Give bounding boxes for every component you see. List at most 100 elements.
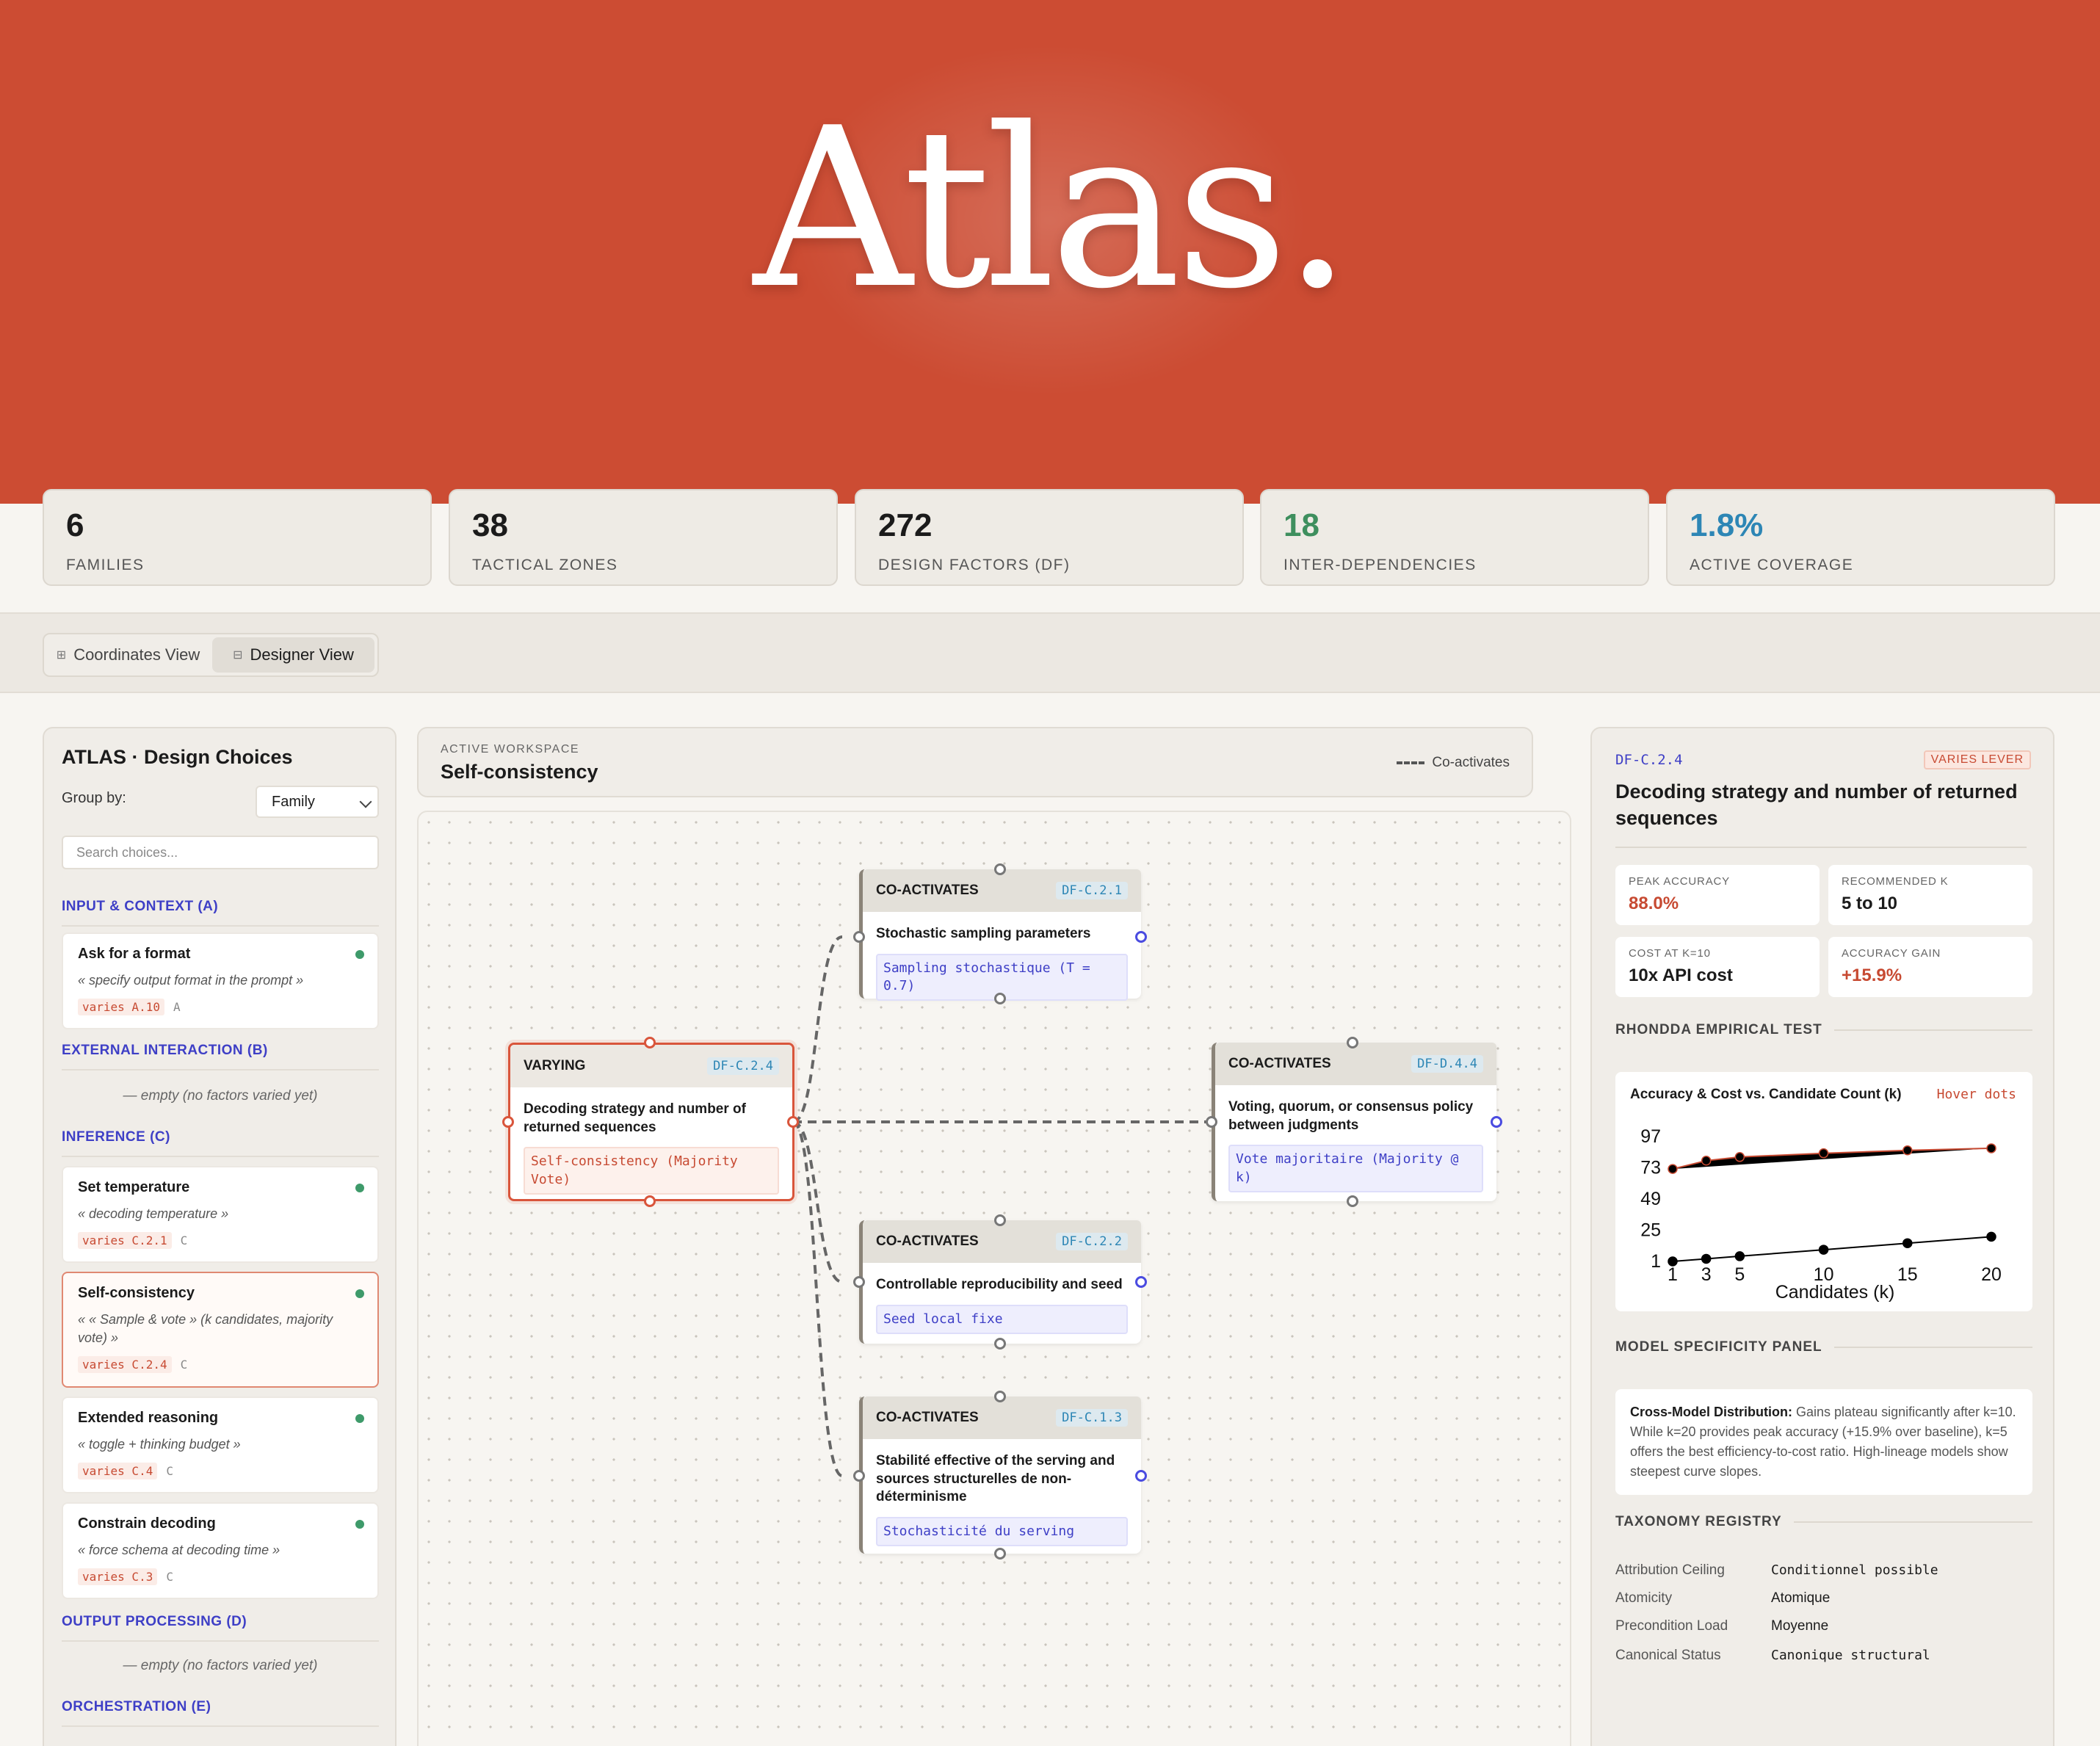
stat-value: 18 <box>1283 507 1319 543</box>
data-point[interactable] <box>1986 1231 1996 1242</box>
port-handle[interactable] <box>994 863 1006 875</box>
choice-card-constrain-decoding[interactable]: Constrain decoding « force schema at dec… <box>62 1502 379 1599</box>
divider <box>1833 1347 2032 1348</box>
data-point[interactable] <box>1734 1251 1745 1261</box>
group-by-label: Group by: <box>62 790 126 806</box>
x-tick-label: 1 <box>1668 1264 1678 1285</box>
node-reproducibility-seed[interactable]: CO-ACTIVATES DF-C.2.2 Controllable reprod… <box>859 1220 1141 1344</box>
varies-tag: varies C.2.1 <box>78 1232 172 1250</box>
choice-title: Self-consistency <box>78 1285 195 1301</box>
port-handle[interactable] <box>1347 1037 1358 1048</box>
stat-label: Families <box>66 557 145 573</box>
stat-card-zones: 38 Tactical Zones <box>449 489 838 586</box>
port-handle[interactable] <box>853 1276 865 1288</box>
divider <box>1793 1521 2032 1523</box>
view-toolbar: ⊞ Coordinates View ⊟ Designer View <box>0 612 2100 693</box>
port-handle[interactable] <box>1206 1116 1217 1128</box>
varies-lever-badge: VARIES LEVER <box>1923 750 2031 769</box>
data-point[interactable] <box>1668 1256 1678 1267</box>
metric-recommended-k: RECOMMENDED K 5 to 10 <box>1828 865 2032 925</box>
node-title: Stabilité effective of the serving and s… <box>876 1453 1115 1505</box>
view-switcher: ⊞ Coordinates View ⊟ Designer View <box>43 633 379 677</box>
node-varying[interactable]: VARYING DF-C.2.4 Decoding strategy and nu… <box>508 1043 794 1201</box>
port-handle[interactable] <box>994 1338 1006 1350</box>
stat-card-coverage: 1.8% Active Coverage <box>1666 489 2055 586</box>
choice-card-self-consistency[interactable]: Self-consistency « « Sample & vote » (k … <box>62 1272 379 1388</box>
varies-tag: varies C.4 <box>78 1463 158 1480</box>
family-code: C <box>180 1234 188 1248</box>
choice-desc: « specify output format in the prompt » <box>78 973 304 988</box>
coordinates-view-button[interactable]: ⊞ Coordinates View <box>47 637 209 673</box>
empty-state: — empty (no factors varied yet) <box>123 1088 318 1104</box>
port-handle[interactable] <box>1491 1116 1502 1128</box>
data-point[interactable] <box>1818 1148 1829 1159</box>
section-input-context[interactable]: INPUT & CONTEXT (A) <box>62 899 379 927</box>
registry-row: Atomicity Atomique <box>1615 1590 2032 1606</box>
data-point[interactable] <box>1986 1143 1996 1153</box>
data-point[interactable] <box>1902 1145 1913 1156</box>
port-handle[interactable] <box>787 1116 799 1128</box>
node-sampling-parameters[interactable]: CO-ACTIVATES DF-C.2.1 Stochastic sampling… <box>859 869 1141 1001</box>
search-input[interactable] <box>62 836 379 869</box>
choice-card-ask-format[interactable]: Ask for a format « specify output format… <box>62 932 379 1029</box>
dashed-line-icon <box>1397 761 1425 764</box>
node-id: DF-D.4.4 <box>1411 1055 1483 1073</box>
section-external-interaction[interactable]: EXTERNAL INTERACTION (B) <box>62 1043 379 1071</box>
node-voting-policy[interactable]: CO-ACTIVATES DF-D.4.4 Voting, quorum, or … <box>1212 1043 1496 1201</box>
section-orchestration[interactable]: ORCHESTRATION (E) <box>62 1699 379 1727</box>
link-to-seed <box>792 1120 843 1283</box>
port-handle[interactable] <box>994 1391 1006 1402</box>
designer-view-button[interactable]: ⊟ Designer View <box>212 637 374 673</box>
port-handle[interactable] <box>1347 1195 1358 1207</box>
port-handle[interactable] <box>994 1548 1006 1560</box>
varies-tag: varies A.10 <box>78 999 164 1016</box>
port-handle[interactable] <box>1135 1276 1147 1288</box>
data-point[interactable] <box>1701 1156 1712 1166</box>
port-handle[interactable] <box>502 1116 514 1128</box>
x-tick-label: 5 <box>1734 1264 1745 1285</box>
designer-canvas[interactable]: VARYING DF-C.2.4 Decoding strategy and nu… <box>417 811 1571 1746</box>
stat-card-dependencies: 18 Inter-Dependencies <box>1260 489 1649 586</box>
port-handle[interactable] <box>994 1214 1006 1226</box>
node-title: Controllable reproducibility and seed <box>876 1277 1123 1292</box>
link-to-serving <box>792 1120 843 1477</box>
chart-plot[interactable]: 9773492511 3 5 10 15 20Candidates (k) <box>1615 1072 2032 1311</box>
metric-cost: COST AT K=10 10x API cost <box>1615 937 1820 997</box>
empirical-heading: RHONDDA EMPIRICAL TEST <box>1615 1022 2032 1038</box>
registry-key: Attribution Ceiling <box>1615 1562 1725 1578</box>
node-kind: CO-ACTIVATES <box>876 1410 979 1425</box>
metric-label: ACCURACY GAIN <box>1842 947 1941 960</box>
workspace-title: Self-consistency <box>441 761 598 783</box>
choice-card-temperature[interactable]: Set temperature « decoding temperature »… <box>62 1166 379 1263</box>
port-handle[interactable] <box>1135 1470 1147 1482</box>
port-handle[interactable] <box>853 1470 865 1482</box>
coordinates-view-label: Coordinates View <box>73 645 200 664</box>
x-tick-label: 3 <box>1701 1264 1712 1285</box>
port-handle[interactable] <box>644 1195 656 1207</box>
data-point[interactable] <box>1668 1164 1678 1174</box>
port-handle[interactable] <box>644 1037 656 1048</box>
varies-tag: varies C.3 <box>78 1568 158 1586</box>
registry-heading: TAXONOMY REGISTRY <box>1615 1514 2032 1530</box>
choice-title: Constrain decoding <box>78 1515 216 1532</box>
data-point[interactable] <box>1818 1245 1829 1255</box>
data-point[interactable] <box>1701 1253 1712 1264</box>
choice-card-extended-reasoning[interactable]: Extended reasoning « toggle + thinking b… <box>62 1397 379 1493</box>
metric-accuracy-gain: ACCURACY GAIN +15.9% <box>1828 937 2032 997</box>
section-output-processing[interactable]: OUTPUT PROCESSING (D) <box>62 1614 379 1642</box>
section-inference[interactable]: INFERENCE (C) <box>62 1129 379 1157</box>
model-heading: MODEL SPECIFICITY PANEL <box>1615 1339 2032 1355</box>
data-point[interactable] <box>1734 1152 1745 1162</box>
node-serving-stability[interactable]: CO-ACTIVATES DF-C.1.3 Stabilité effective… <box>859 1397 1141 1554</box>
hero-title: Atlas. <box>753 81 1353 337</box>
x-tick-label: 20 <box>1981 1264 2002 1285</box>
legend-label: Co-activates <box>1432 755 1510 770</box>
group-by-select[interactable]: Family <box>256 786 379 818</box>
port-handle[interactable] <box>994 993 1006 1004</box>
accuracy-cost-chart[interactable]: Accuracy & Cost vs. Candidate Count (k) … <box>1615 1072 2032 1311</box>
port-handle[interactable] <box>853 931 865 943</box>
port-handle[interactable] <box>1135 931 1147 943</box>
data-point[interactable] <box>1902 1238 1913 1248</box>
node-id: DF-C.2.1 <box>1056 882 1128 899</box>
family-code: C <box>166 1570 173 1584</box>
